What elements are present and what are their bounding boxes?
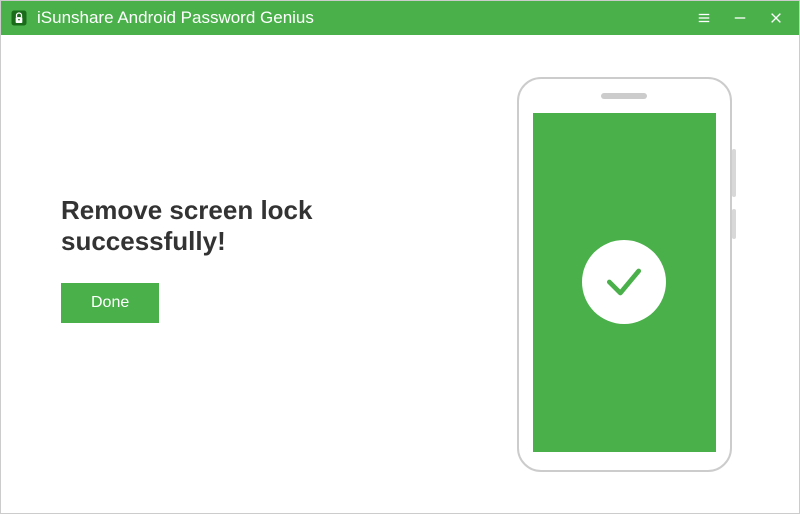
checkmark-icon [582, 240, 666, 324]
message-panel: Remove screen lock successfully! Done [61, 195, 499, 353]
phone-side-button [732, 149, 736, 197]
close-icon[interactable] [767, 9, 785, 27]
window-controls [695, 9, 791, 27]
phone-screen [533, 113, 716, 452]
menu-icon[interactable] [695, 9, 713, 27]
success-heading: Remove screen lock successfully! [61, 195, 479, 257]
titlebar: iSunshare Android Password Genius [1, 1, 799, 35]
minimize-icon[interactable] [731, 9, 749, 27]
app-icon [9, 8, 29, 28]
main-content: Remove screen lock successfully! Done [1, 35, 799, 513]
illustration-panel [499, 77, 749, 472]
app-title: iSunshare Android Password Genius [37, 8, 695, 28]
phone-side-button [732, 209, 736, 239]
done-button[interactable]: Done [61, 283, 159, 323]
phone-speaker [601, 93, 647, 99]
phone-illustration [517, 77, 732, 472]
